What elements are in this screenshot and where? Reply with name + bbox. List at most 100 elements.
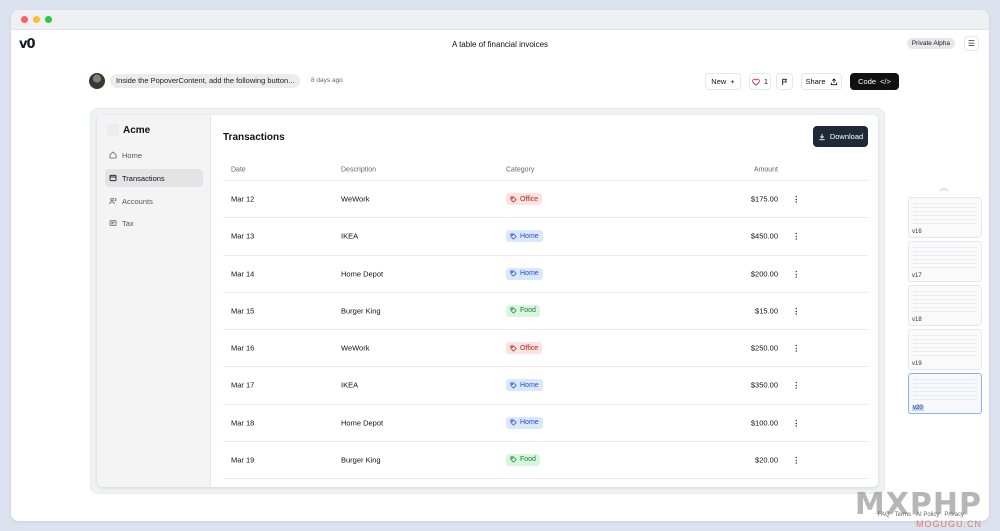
tag-icon xyxy=(510,382,517,389)
sidebar-item-label: Home xyxy=(122,150,143,160)
new-button[interactable]: New + xyxy=(705,73,741,90)
code-button[interactable]: Code </> xyxy=(850,73,899,90)
avatar[interactable] xyxy=(89,73,105,89)
download-button[interactable]: Download xyxy=(813,126,868,147)
category-badge: Office xyxy=(506,193,543,206)
category-badge: Home xyxy=(506,230,543,243)
table-header: Date Description Category Amount xyxy=(223,160,868,181)
cell-amount: $200.00 xyxy=(750,269,778,279)
cell-description: Burger King xyxy=(341,306,381,316)
category-label: Office xyxy=(520,344,539,352)
share-button[interactable]: Share xyxy=(801,73,842,90)
tag-icon xyxy=(510,196,517,203)
tag-icon xyxy=(510,307,517,315)
new-label: New xyxy=(711,77,727,86)
version-label: v19 xyxy=(912,361,922,367)
home-icon xyxy=(109,151,117,159)
column-header-date[interactable]: Date xyxy=(231,167,246,174)
tag-icon xyxy=(510,456,517,464)
column-header-description[interactable]: Description xyxy=(341,167,376,174)
version-thumbnail[interactable]: v16 xyxy=(908,197,982,238)
cell-amount: $175.00 xyxy=(750,194,778,204)
table-row[interactable]: Mar 19 Burger King Food $20.00 ⋮ xyxy=(223,442,868,479)
category-badge: Home xyxy=(506,267,543,280)
cell-description: IKEA xyxy=(341,380,359,390)
sidebar-item-home[interactable]: Home xyxy=(105,146,203,164)
download-icon xyxy=(819,133,825,140)
maximize-dot[interactable] xyxy=(45,16,52,23)
more-options-icon[interactable]: ⋮ xyxy=(793,344,801,353)
version-thumbnail[interactable]: v17 xyxy=(908,241,982,282)
table-row[interactable]: Mar 18 Home Depot Home $100.00 ⋮ xyxy=(223,405,868,442)
tag-icon xyxy=(510,345,517,352)
category-label: Home xyxy=(520,270,539,278)
cell-amount: $350.00 xyxy=(750,380,778,390)
tag-icon xyxy=(510,270,517,277)
version-label: v18 xyxy=(912,317,922,323)
thumbnail-preview xyxy=(913,291,977,313)
table-row[interactable]: Mar 16 WeWork Office $250.00 ⋮ xyxy=(223,330,868,368)
cell-category: Home xyxy=(506,416,543,429)
cell-description: Home Depot xyxy=(341,418,384,428)
transactions-title: Transactions xyxy=(223,132,285,143)
share-icon xyxy=(830,77,837,85)
window-chrome xyxy=(11,10,989,30)
more-options-icon[interactable]: ⋮ xyxy=(793,418,801,427)
cell-category: Food xyxy=(506,304,540,317)
category-badge: Food xyxy=(506,453,540,466)
watermark: MXPHP MOGUGU.CN xyxy=(855,490,982,529)
table-row[interactable]: Mar 12 WeWork Office $175.00 ⋮ xyxy=(223,181,868,219)
cell-category: Office xyxy=(506,193,543,206)
table-row[interactable]: Mar 17 IKEA Home $350.00 ⋮ xyxy=(223,367,868,405)
cell-description: Burger King xyxy=(341,455,381,465)
table-row[interactable]: Mar 14 Home Depot Home $200.00 ⋮ xyxy=(223,256,868,293)
sidebar-item-transactions[interactable]: Transactions xyxy=(105,169,203,187)
version-thumbnail[interactable]: v18 xyxy=(908,285,982,326)
cell-category: Home xyxy=(506,230,543,243)
cell-amount: $100.00 xyxy=(750,418,778,428)
category-label: Home xyxy=(520,381,539,389)
column-header-amount[interactable]: Amount xyxy=(754,167,778,174)
version-label: v16 xyxy=(912,229,922,235)
version-thumbnail[interactable]: v19 xyxy=(908,329,982,370)
more-options-icon[interactable]: ⋮ xyxy=(793,306,801,315)
transactions-icon xyxy=(109,174,117,182)
sidebar-item-tax[interactable]: Tax xyxy=(105,214,203,232)
category-badge: Home xyxy=(506,416,543,429)
flag-button[interactable] xyxy=(776,73,793,90)
more-options-icon[interactable]: ⋮ xyxy=(793,195,801,204)
version-thumbnail[interactable]: v20 xyxy=(908,373,982,414)
more-options-icon[interactable]: ⋮ xyxy=(793,381,801,390)
cell-amount: $20.00 xyxy=(755,455,778,465)
brand-name[interactable]: Acme xyxy=(123,125,150,136)
cell-date: Mar 17 xyxy=(231,380,255,390)
cell-description: WeWork xyxy=(341,343,370,353)
chevron-up-icon[interactable]: ︿ xyxy=(940,182,948,193)
sidebar-item-label: Transactions xyxy=(122,173,165,183)
category-badge: Office xyxy=(506,342,543,355)
sidebar-item-label: Tax xyxy=(122,218,134,228)
top-bar: v0 A table of financial invoices Private… xyxy=(11,30,989,58)
sidebar-item-accounts[interactable]: Accounts xyxy=(105,192,203,210)
watermark-text: MXPHP xyxy=(854,487,982,522)
cell-category: Home xyxy=(506,267,543,280)
page-title: A table of financial invoices xyxy=(451,40,549,49)
cell-category: Home xyxy=(506,379,543,392)
more-options-icon[interactable]: ⋮ xyxy=(793,269,801,278)
cell-date: Mar 16 xyxy=(231,343,255,353)
cell-description: WeWork xyxy=(341,194,370,204)
thumbnail-preview xyxy=(913,203,977,225)
tag-icon xyxy=(510,233,517,240)
column-header-category[interactable]: Category xyxy=(506,167,534,174)
minimize-dot[interactable] xyxy=(33,16,40,23)
table-row[interactable]: Mar 15 Burger King Food $15.00 ⋮ xyxy=(223,293,868,330)
like-button[interactable]: 1 xyxy=(749,73,771,90)
cell-category: Office xyxy=(506,342,543,355)
menu-button[interactable]: ☰ xyxy=(964,36,979,51)
more-options-icon[interactable]: ⋮ xyxy=(793,232,801,241)
app-window: Acme Home Transactions Accounts Tax Tran… xyxy=(97,115,878,487)
close-dot[interactable] xyxy=(21,16,28,23)
more-options-icon[interactable]: ⋮ xyxy=(793,455,801,464)
table-row[interactable]: Mar 13 IKEA Home $450.00 ⋮ xyxy=(223,218,868,256)
prompt-pill[interactable]: Inside the PopoverContent, add the follo… xyxy=(110,74,301,88)
